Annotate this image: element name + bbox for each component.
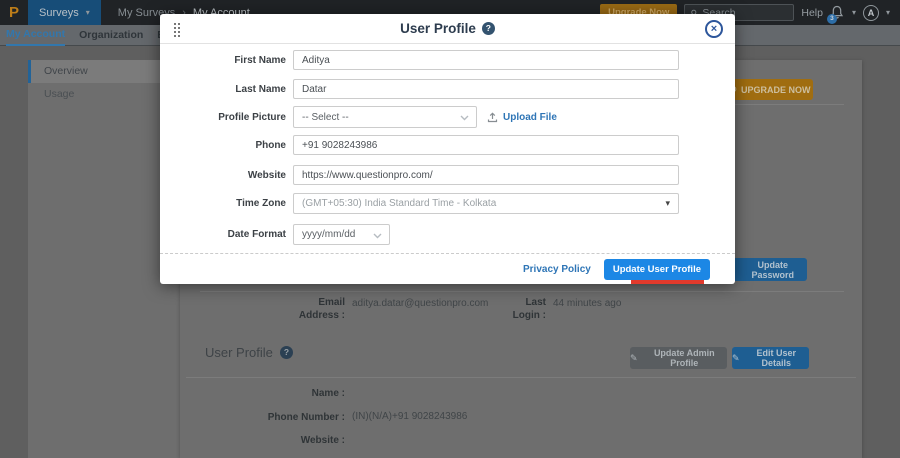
update-password-button[interactable]: ✎ Update Password (727, 258, 807, 281)
drag-handle-icon[interactable] (173, 22, 181, 37)
update-admin-profile-button[interactable]: ✎ Update Admin Profile (630, 347, 727, 369)
privacy-policy-link[interactable]: Privacy Policy (523, 264, 591, 275)
last-login-value: 44 minutes ago (553, 298, 621, 309)
phone-number-value: (IN)(N/A)+91 9028243986 (352, 411, 467, 422)
help-circle-icon[interactable]: ? (280, 346, 293, 359)
questionpro-app: P Surveys ▾ My Surveys › My Account Upgr… (0, 0, 900, 458)
chevron-down-icon[interactable]: ▾ (852, 8, 856, 17)
upgrade-now-label: UPGRADE NOW (741, 85, 811, 95)
update-admin-profile-label: Update Admin Profile (642, 348, 727, 368)
user-profile-section-header: User Profile ? (205, 345, 293, 360)
email-address-value: aditya.datar@questionpro.com (352, 298, 488, 309)
notifications-button[interactable]: 3 (830, 5, 845, 21)
edit-user-details-button[interactable]: ✎ Edit User Details (732, 347, 809, 369)
first-name-label: First Name (170, 55, 293, 66)
annotation-red-underline (631, 280, 704, 284)
first-name-input[interactable] (293, 50, 679, 70)
profile-picture-selected-value: -- Select -- (302, 112, 349, 123)
update-password-label: Update Password (739, 260, 807, 280)
time-zone-selected-value: (GMT+05:30) India Standard Time - Kolkat… (302, 198, 496, 209)
chevron-down-icon (460, 115, 469, 121)
phone-input[interactable] (293, 135, 679, 155)
caret-down-icon: ▾ (665, 198, 670, 209)
divider (200, 291, 844, 292)
help-link[interactable]: Help (801, 7, 823, 19)
questionpro-logo: P (9, 0, 19, 25)
sidebar-item-usage[interactable]: Usage (28, 83, 180, 106)
help-circle-icon[interactable]: ? (482, 22, 495, 35)
upload-icon (487, 112, 498, 123)
update-user-profile-button[interactable]: Update User Profile (604, 259, 710, 280)
time-zone-select[interactable]: (GMT+05:30) India Standard Time - Kolkat… (293, 193, 679, 214)
website-input[interactable] (293, 165, 679, 185)
avatar-initial: A (868, 8, 875, 18)
section-title: User Profile (205, 345, 273, 360)
modal-body: First Name Last Name Profile Picture -- … (160, 44, 735, 245)
phone-label: Phone (170, 140, 293, 151)
profile-picture-select[interactable]: -- Select -- (293, 106, 477, 128)
upload-file-group[interactable]: Upload File (487, 112, 557, 123)
modal-header: User Profile ? × (160, 14, 735, 44)
surveys-dropdown[interactable]: Surveys ▾ (28, 0, 101, 25)
chevron-down-icon: ▾ (86, 8, 90, 17)
edit-user-details-label: Edit User Details (744, 348, 809, 368)
edit-icon: ✎ (630, 353, 638, 364)
date-format-label: Date Format (170, 229, 293, 240)
website-bg-label: Website : (235, 434, 345, 447)
tab-my-account[interactable]: My Account (6, 25, 65, 46)
phone-number-label: Phone Number : (235, 411, 345, 424)
surveys-dropdown-label: Surveys (39, 7, 79, 19)
website-label: Website (170, 170, 293, 181)
date-format-selected-value: yyyy/mm/dd (302, 229, 355, 240)
notification-badge: 3 (827, 14, 837, 24)
close-icon[interactable]: × (705, 20, 723, 38)
name-label: Name : (235, 387, 345, 400)
last-name-input[interactable] (293, 79, 679, 99)
email-address-label: Email Address : (280, 296, 345, 322)
edit-icon: ✎ (732, 353, 740, 364)
divider (186, 377, 856, 378)
tab-organization[interactable]: Organization (79, 26, 143, 45)
last-name-label: Last Name (170, 84, 293, 95)
upgrade-now-button[interactable]: ⊕ UPGRADE NOW (727, 79, 813, 100)
sidebar-item-overview[interactable]: Overview (28, 60, 180, 83)
time-zone-label: Time Zone (170, 198, 293, 209)
user-profile-modal: User Profile ? × First Name Last Name Pr… (160, 14, 735, 284)
account-sidebar: Overview Usage (28, 60, 180, 458)
last-login-label: Last Login : (498, 296, 546, 322)
date-format-select[interactable]: yyyy/mm/dd (293, 224, 390, 245)
avatar[interactable]: A (863, 5, 879, 21)
upload-file-link[interactable]: Upload File (503, 112, 557, 123)
chevron-down-icon[interactable]: ▾ (886, 8, 890, 17)
profile-picture-label: Profile Picture (170, 112, 293, 123)
modal-title: User Profile (400, 21, 476, 36)
chevron-down-icon (373, 233, 382, 239)
